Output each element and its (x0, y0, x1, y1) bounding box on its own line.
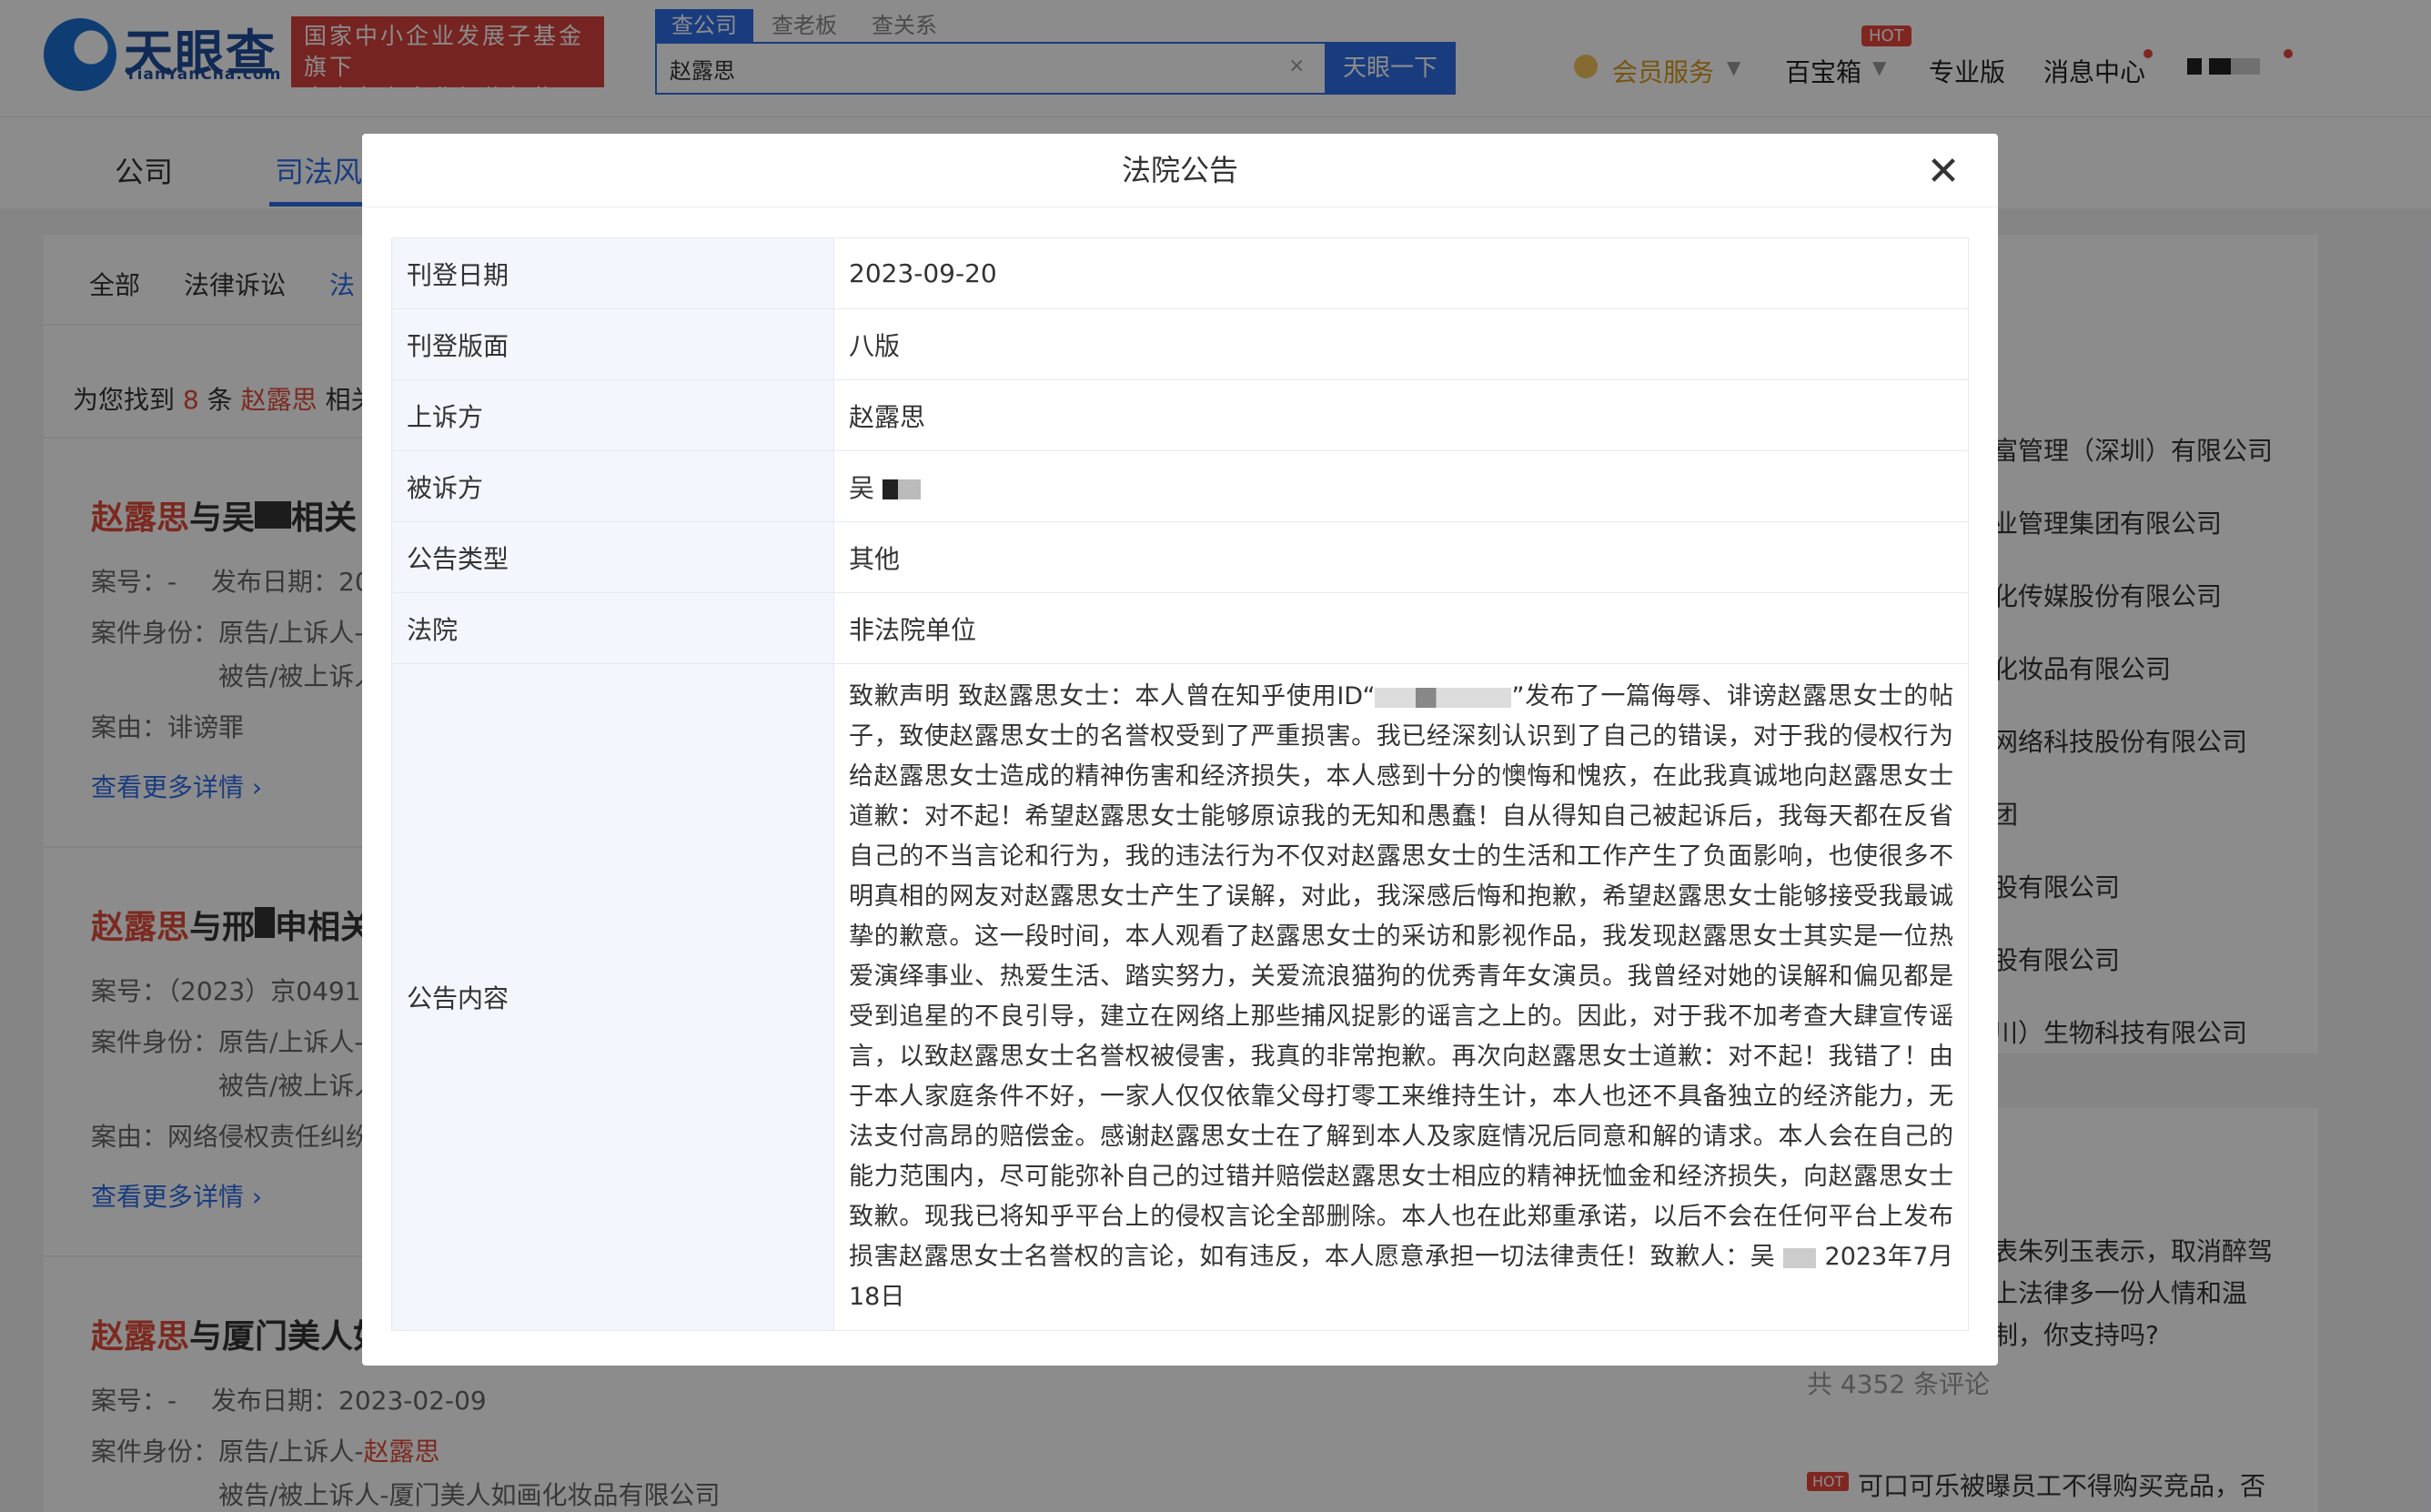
field-value: 八版 (833, 308, 1969, 380)
redacted-mark (882, 479, 921, 499)
field-value: 2023-09-20 (833, 237, 1969, 309)
notice-detail-table: 刊登日期 2023-09-20 刊登版面 八版 上诉方 赵露思 被诉方 吴 公告… (391, 237, 1969, 1331)
table-row: 被诉方 吴 (391, 450, 1969, 522)
field-label: 上诉方 (391, 379, 834, 451)
court-notice-dialog: 法院公告 ✕ 刊登日期 2023-09-20 刊登版面 八版 上诉方 赵露思 被… (362, 134, 1998, 1366)
table-row: 刊登版面 八版 (391, 308, 1969, 380)
redacted-mark (1783, 1247, 1817, 1268)
field-label: 公告内容 (391, 663, 834, 1331)
table-row: 法院 非法院单位 (391, 592, 1969, 664)
defendant-name: 吴 (849, 472, 875, 503)
notice-content: 致歉声明 致赵露思女士：本人曾在知乎使用ID“ ”发布了一篇侮辱、诽谤赵露思女士的… (833, 663, 1969, 1331)
field-label: 刊登版面 (391, 308, 834, 380)
table-row: 刊登日期 2023-09-20 (391, 237, 1969, 309)
field-value: 赵露思 (833, 379, 1969, 451)
field-label: 法院 (391, 592, 834, 664)
dialog-title: 法院公告 (1121, 153, 1238, 187)
table-row: 公告内容 致歉声明 致赵露思女士：本人曾在知乎使用ID“ ”发布了一篇侮辱、诽谤赵… (391, 663, 1969, 1331)
table-row: 公告类型 其他 (391, 521, 1969, 593)
content-text-1: 致歉声明 致赵露思女士：本人曾在知乎使用ID“ (849, 682, 1376, 711)
close-icon[interactable]: ✕ (1925, 152, 1962, 192)
table-row: 上诉方 赵露思 (391, 379, 1969, 451)
field-value: 吴 (833, 450, 1969, 522)
redacted-mark (1375, 687, 1512, 708)
field-label: 刊登日期 (391, 237, 834, 309)
field-value: 非法院单位 (833, 592, 1969, 664)
field-label: 公告类型 (391, 521, 834, 593)
field-value: 其他 (833, 521, 1969, 593)
field-label: 被诉方 (391, 450, 834, 522)
content-text-2: ”发布了一篇侮辱、诽谤赵露思女士的帖子，致使赵露思女士的名誉权受到了严重损害。我… (849, 682, 1953, 1271)
